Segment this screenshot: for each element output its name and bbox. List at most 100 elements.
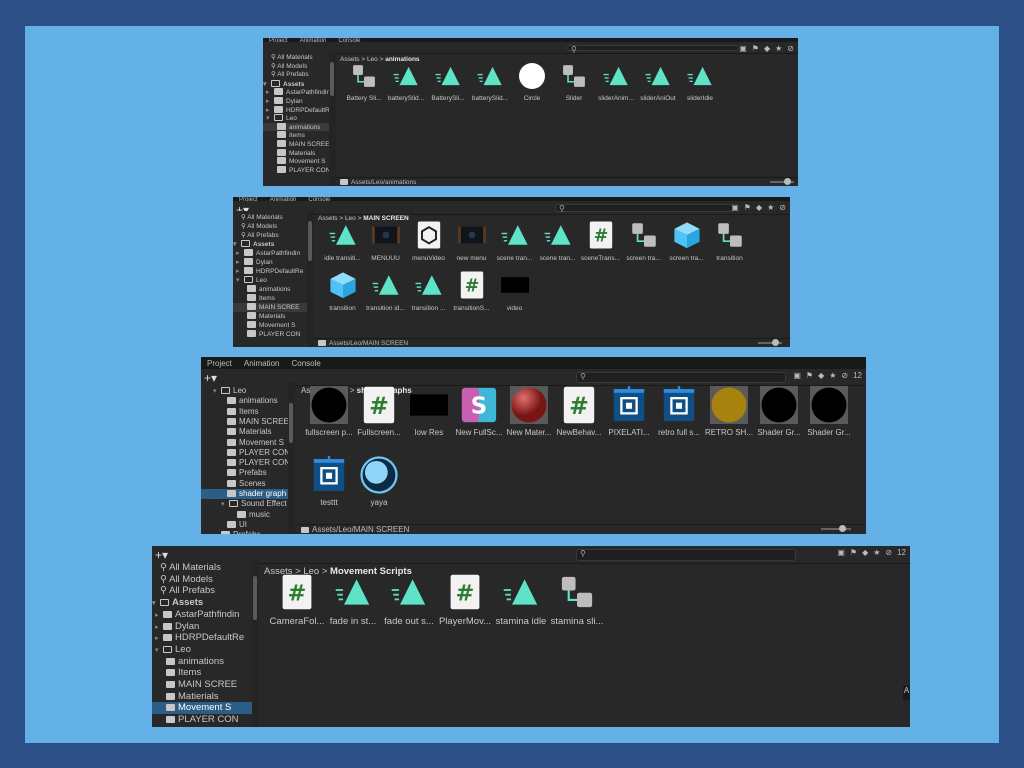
tree-item[interactable]: MAIN SCREE [152, 679, 252, 691]
tree-item[interactable]: animations [233, 285, 307, 294]
tree-item[interactable]: ⚲ All Materials [233, 213, 307, 222]
tree-item[interactable]: Movement S [201, 438, 288, 448]
tab-console[interactable]: Console [291, 359, 320, 368]
tree-item[interactable]: Items [263, 131, 329, 140]
slider-thumb[interactable] [784, 177, 792, 185]
tree-item[interactable]: Movement S [233, 321, 307, 330]
asset-item[interactable]: # CameraFol... [270, 574, 324, 627]
favorite-icon[interactable]: ★ [873, 548, 880, 557]
tree-item[interactable]: MAIN SCREE [201, 417, 288, 427]
hidden-packages-icon[interactable]: ⊘ [885, 548, 892, 557]
asset-item[interactable]: # PlayerMov... [439, 574, 491, 627]
asset-item[interactable]: transition [324, 271, 361, 312]
hidden-packages-icon[interactable]: ⊘ [841, 371, 848, 380]
tree-item[interactable]: PLAYER CON [233, 330, 307, 339]
asset-item[interactable]: Shader Gr... [757, 386, 801, 437]
breadcrumb-item[interactable]: Leo [367, 56, 378, 63]
tree-item[interactable]: Prefabs [201, 468, 288, 478]
expand-arrow-icon[interactable]: ▾ [236, 276, 244, 285]
asset-item[interactable]: fullscreen p... [305, 386, 353, 437]
tree-scrollbar[interactable] [330, 62, 334, 96]
tree-item[interactable]: Matierials [152, 691, 252, 703]
icon-size-slider[interactable] [770, 177, 794, 185]
tree-scrollbar[interactable] [308, 221, 312, 261]
tree-item[interactable]: ▸ AstarPathfindin [233, 249, 307, 258]
label-icon[interactable]: ◆ [818, 371, 824, 380]
expand-arrow-icon[interactable]: ▸ [236, 249, 244, 258]
asset-item[interactable]: PIXELATI... [607, 386, 651, 437]
tree-item[interactable]: Items [233, 294, 307, 303]
tree-item[interactable]: ▸ Dylan [152, 621, 252, 633]
asset-item[interactable]: fade out s... [384, 574, 434, 627]
tree-item[interactable]: ⚲ All Models [152, 574, 252, 586]
tab-animation[interactable]: Animation [244, 359, 280, 368]
asset-item[interactable]: New Mater... [507, 386, 551, 437]
tree-item[interactable]: ⚲ All Prefabs [152, 585, 252, 597]
tree-item[interactable]: Movement S [152, 702, 252, 715]
asset-item[interactable]: transition ... [410, 271, 447, 312]
tree-scrollbar[interactable] [253, 576, 257, 620]
asset-item[interactable]: yaya [357, 456, 401, 507]
asset-item[interactable]: idle transiti... [324, 221, 361, 262]
asset-item[interactable]: # transitionS... [453, 271, 490, 312]
asset-item[interactable]: scene tran... [496, 221, 533, 262]
filter-icon[interactable]: ⚑ [806, 371, 813, 380]
pane-splitter[interactable] [252, 560, 259, 727]
icon-size-slider[interactable] [821, 525, 851, 532]
tree-item[interactable]: animations [263, 122, 329, 132]
tree-item[interactable]: ▸ HDRPDefaultRe [263, 105, 329, 115]
tree-item[interactable]: Materials [263, 148, 329, 158]
asset-item[interactable]: sliderAniOut [640, 63, 676, 102]
search-by-type-icon[interactable]: ▣ [793, 371, 801, 380]
tree-item[interactable]: MAIN SCREE [263, 140, 329, 149]
tree-item[interactable]: ▾ Leo [233, 276, 307, 285]
tree-item[interactable]: ▸ AstarPathfindin [152, 609, 252, 621]
asset-item[interactable]: sliderIdle [682, 63, 718, 102]
tree-item[interactable]: Movement S [263, 157, 329, 166]
asset-item[interactable]: Shader Gr... [807, 386, 851, 437]
asset-item[interactable]: menuVideo [410, 221, 447, 262]
tree-item[interactable]: ⚲ All Models [233, 222, 307, 231]
tree-item[interactable]: animations [201, 396, 288, 406]
tree-item[interactable]: ▸ Prefabs [201, 530, 288, 534]
expand-arrow-icon[interactable]: ▾ [233, 240, 241, 249]
asset-item[interactable]: MENUUU [367, 221, 404, 262]
tree-item[interactable]: MAIN SCREE [233, 303, 307, 312]
asset-item[interactable]: sliderAnim... [598, 63, 634, 102]
asset-item[interactable]: # NewBehav... [557, 386, 601, 437]
asset-item[interactable]: low Res [407, 386, 451, 437]
filter-icon[interactable]: ⚑ [850, 548, 857, 557]
tree-item[interactable]: PLAYER CON [201, 458, 288, 468]
tree-item[interactable]: UI [201, 520, 288, 530]
tree-item[interactable]: ⚲ All Models [263, 63, 329, 72]
asset-item[interactable]: # Fullscreen... [357, 386, 401, 437]
tree-item[interactable]: ▸ HDRPDefaultRe [233, 267, 307, 276]
asset-item[interactable]: S New FullSc... [455, 386, 503, 437]
tree-item[interactable]: music [201, 510, 288, 520]
asset-item[interactable]: RETRO SH... [705, 386, 753, 437]
asset-item[interactable]: Battery Sli... [346, 63, 382, 102]
tree-item[interactable]: ▸ HDRPDefaultRe [152, 632, 252, 644]
search-input[interactable]: ⚲ [567, 45, 739, 54]
asset-item[interactable]: screen tra... [668, 221, 705, 262]
tree-item[interactable]: ▾ Assets [263, 79, 329, 89]
breadcrumb-item[interactable]: Assets [340, 56, 360, 63]
tree-item[interactable]: ▸ Dylan [233, 258, 307, 267]
tree-item[interactable]: PLAYER CON [263, 165, 329, 175]
tree-item[interactable]: Materials [233, 312, 307, 321]
label-icon[interactable]: ◆ [862, 548, 868, 557]
asset-item[interactable]: stamina idle [496, 574, 546, 627]
asset-item[interactable]: new menu [453, 221, 490, 262]
asset-item[interactable]: fade in st... [328, 574, 378, 627]
slider-thumb[interactable] [839, 525, 846, 532]
tree-item[interactable]: Scenes [201, 479, 288, 489]
tree-item[interactable]: ▾ Leo [263, 114, 329, 123]
expand-arrow-icon[interactable]: ▸ [236, 258, 244, 267]
tree-item[interactable]: PLAYER CON [152, 714, 252, 726]
asset-item[interactable]: # sceneTrans... [581, 221, 620, 262]
asset-item[interactable]: transition id... [366, 271, 405, 312]
tree-item[interactable]: Materials [201, 427, 288, 437]
tree-item[interactable]: ⚲ All Materials [263, 54, 329, 63]
tree-item[interactable]: ▸ Dylan [263, 97, 329, 106]
tree-item[interactable]: ⚲ All Materials [152, 562, 252, 574]
